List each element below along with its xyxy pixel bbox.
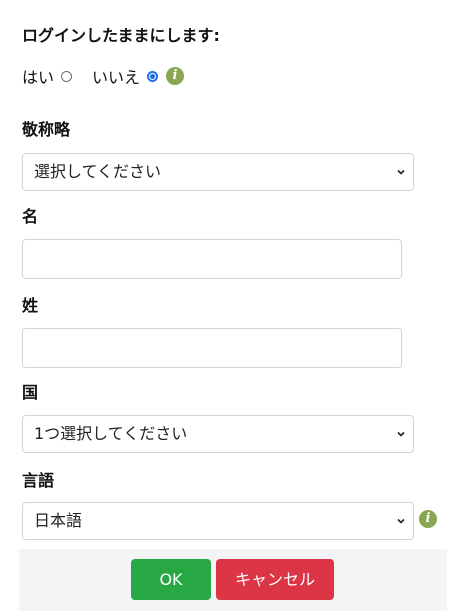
country-select[interactable]: 1つ選択してください [22, 415, 414, 453]
first-name-input[interactable] [22, 239, 402, 279]
radio-yes[interactable] [61, 70, 73, 82]
last-name-label: 姓 [22, 296, 39, 315]
country-select-value: 1つ選択してください [34, 424, 188, 443]
language-label: 言語 [22, 471, 55, 490]
chevron-down-icon [397, 518, 405, 524]
honorific-select[interactable]: 選択してください [22, 153, 414, 191]
info-icon[interactable]: i [166, 67, 185, 85]
first-name-label: 名 [22, 207, 39, 226]
stay-logged-in-heading: ログインしたままにします: [22, 26, 220, 45]
honorific-label: 敬称略 [22, 120, 71, 139]
dialog-footer: OK キャンセル [19, 549, 447, 611]
country-label: 国 [22, 383, 39, 402]
ok-button[interactable]: OK [131, 559, 211, 600]
last-name-input[interactable] [22, 328, 402, 368]
language-select[interactable]: 日本語 [22, 502, 414, 540]
stay-logged-in-options: はい いいえ i [22, 64, 185, 88]
chevron-down-icon [397, 431, 405, 437]
login-preferences-form: { "stay_logged_in": { "title": "ログインしたまま… [0, 0, 466, 616]
language-info-icon[interactable]: i [419, 510, 437, 528]
honorific-select-value: 選択してください [34, 162, 162, 181]
radio-no-label[interactable]: いいえ [92, 64, 140, 88]
language-select-value: 日本語 [34, 511, 83, 530]
chevron-down-icon [397, 169, 405, 175]
cancel-button[interactable]: キャンセル [216, 559, 334, 600]
radio-yes-label[interactable]: はい [22, 64, 54, 88]
radio-no[interactable] [147, 70, 159, 82]
